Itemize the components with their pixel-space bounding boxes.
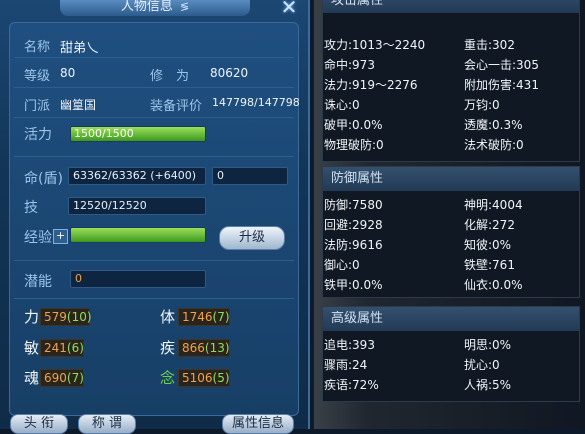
vitality-label: 活力 [24,127,52,143]
potential-label: 潜能 [24,274,52,290]
stat-value-speed: 866(13) [178,339,230,357]
switch-icon[interactable]: ≶ [180,0,189,13]
advanced-stat: 骤雨:24 [324,358,368,372]
vitality-bar: 1500/1500 [70,126,206,142]
character-name: 甜弟乀 [60,41,100,56]
character-info-panel: 人物信息 ≶ ✕ 名称 甜弟乀 等级 80 修 为 80620 门派 幽篁国 装… [0,0,310,434]
advanced-stat: 扰心:0 [464,358,500,372]
attack-stat: 附加伤害:431 [464,78,539,92]
defense-stat: 仙衣:0.0% [464,278,523,292]
divider [14,87,294,88]
stat-label-soul: 魂 [24,369,40,387]
appellation-button[interactable]: 称 谓 [78,414,136,434]
stat-value-agility: 241(6) [40,339,84,357]
defense-stat: 化解:272 [464,218,515,232]
divider [14,260,294,261]
defense-stat: 御心:0 [324,258,360,272]
divider [14,156,294,157]
advanced-stat: 人祸:5% [464,378,512,392]
defense-stat: 铁壁:761 [464,258,515,272]
defense-stat: 防御:7580 [324,198,383,212]
attack-stat: 法力:919～2276 [324,78,418,92]
cultivation-value: 80620 [210,66,249,80]
faction-value: 幽篁国 [60,98,97,112]
faction-label: 门派 [24,99,51,114]
stat-value-constitution: 1746(7) [178,308,230,326]
attack-stat: 物理破防:0 [324,138,384,152]
stat-value-strength: 579(10) [40,308,92,326]
attack-stat: 法术破防:0 [464,138,524,152]
cultivation-label: 修 为 [150,69,190,84]
equip-rating-label: 装备评价 [150,99,203,114]
attribute-info-button[interactable]: 属性信息 [222,414,294,434]
close-button[interactable]: ✕ [278,0,300,18]
advanced-stat: 追电:393 [324,338,375,352]
advanced-stat: 明思:0% [464,338,512,352]
attribute-detail-panel: 攻击属性 攻力:1013～2240 重击:302 命中:973 会心一击:305… [314,0,585,429]
stat-label-agility: 敏 [24,339,40,357]
attack-stat: 重击:302 [464,38,515,52]
window-title-bar: 人物信息 ≶ [60,0,250,16]
stat-value-mind: 5106(5) [178,369,230,387]
title-button[interactable]: 头 衔 [10,414,68,434]
divider [14,298,294,299]
stat-label-mind: 念 [160,369,176,387]
defense-stat: 铁甲:0.0% [324,278,383,292]
level-value: 80 [60,66,76,80]
divider [14,57,294,58]
level-label: 等级 [24,69,51,84]
attack-stat: 命中:973 [324,58,375,72]
skill-value: 12520/12520 [68,197,206,215]
exp-plus-button[interactable]: + [53,229,68,244]
advanced-stat: 疾语:72% [324,378,379,392]
life-label: 命(盾) [24,171,63,187]
defense-stat: 知彼:0% [464,238,512,252]
window-title: 人物信息 [120,0,173,14]
advanced-section-title: 高级属性 [323,307,579,331]
potential-value: 0 [70,270,206,288]
equip-rating-value: 147798/147798 [212,96,300,109]
defense-stat: 法防:9616 [324,238,383,252]
attack-stat: 会心一击:305 [464,58,539,72]
defense-stat: 回避:2928 [324,218,383,232]
defense-section-title: 防御属性 [323,167,579,191]
attack-stat: 破甲:0.0% [324,118,383,132]
divider [14,117,294,118]
stat-label-constitution: 体 [160,308,176,326]
life-value: 63362/63362 (+6400) [68,167,206,185]
upgrade-button[interactable]: 升级 [219,226,285,250]
shield-value: 0 [212,167,288,185]
attack-stat: 万钧:0 [464,98,500,112]
attack-section-title: 攻击属性 [323,0,579,13]
skill-label: 技 [24,200,38,216]
name-label: 名称 [24,40,51,55]
attack-stat: 透魔:0.3% [464,118,523,132]
stat-label-speed: 疾 [160,339,176,357]
exp-bar [70,227,206,243]
defense-stat: 神明:4004 [464,198,523,212]
attack-stat: 诛心:0 [324,98,360,112]
stat-value-soul: 690(7) [40,369,84,387]
exp-label: 经验 [24,230,52,246]
stat-label-strength: 力 [24,308,40,326]
attack-stat: 攻力:1013～2240 [324,38,426,52]
